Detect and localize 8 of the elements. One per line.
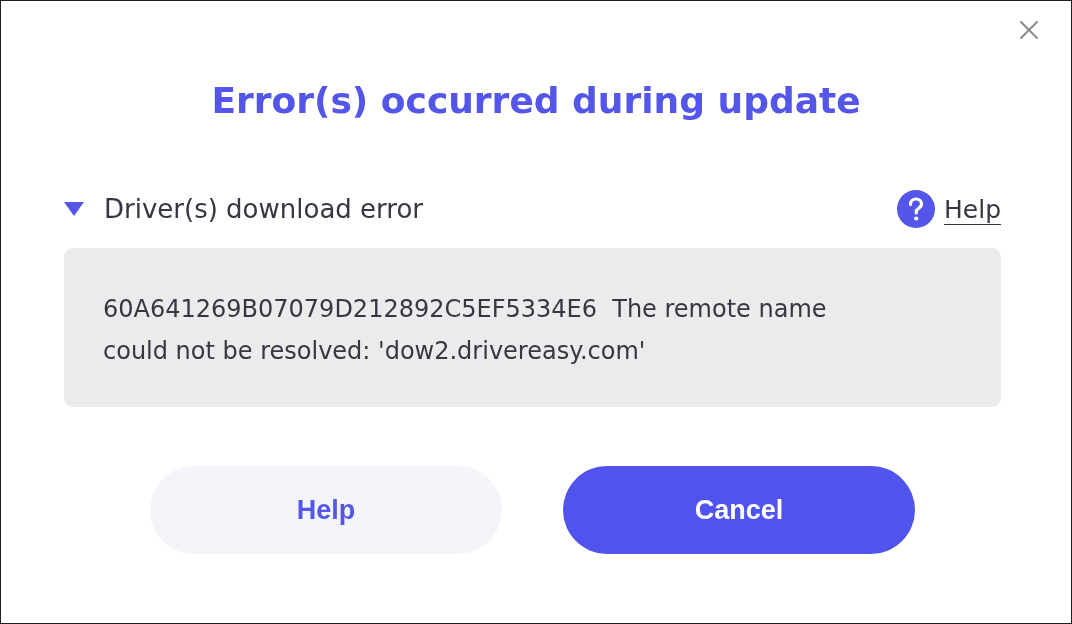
help-button[interactable]: Help — [150, 466, 502, 554]
cancel-button[interactable]: Cancel — [563, 466, 915, 554]
error-message: 60A641269B07079D212892C5EF5334E6 The remote name could not be resolved: 'dow2.drivereasy.com' — [103, 294, 828, 367]
triangle-icon — [64, 202, 84, 216]
close-icon[interactable] — [1018, 19, 1040, 41]
dialog-title: Error(s) occurred during update — [211, 79, 861, 123]
help-link[interactable]: Help — [944, 194, 1001, 224]
question-icon[interactable] — [897, 190, 935, 228]
